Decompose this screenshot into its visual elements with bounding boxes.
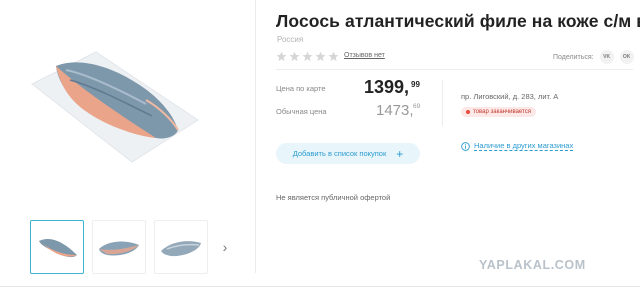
plus-icon: + (396, 146, 404, 161)
add-to-list-label: Добавить в список покупок (292, 149, 387, 158)
product-country: Россия (277, 35, 304, 44)
regular-price-value: 1473, (376, 102, 414, 119)
vk-share-button[interactable]: VK (599, 50, 614, 64)
star-icon[interactable] (289, 51, 300, 62)
column-divider (255, 0, 256, 273)
regular-price-fraction: 69 (413, 103, 421, 110)
offer-disclaimer: Не является публичной офертой (276, 193, 391, 202)
other-stores-link[interactable]: Наличие в других магазинах (461, 141, 574, 151)
thumbnail-strip: › (30, 220, 232, 274)
stock-status-badge: товар заканчивается (461, 107, 536, 117)
watermark: YAPLAKAL.COM (479, 258, 586, 272)
star-icon[interactable] (328, 51, 339, 62)
product-title: Лосось атлантический филе на коже с/м ве… (276, 11, 640, 31)
regular-price-label: Обычная цена (276, 107, 327, 116)
add-to-shopping-list-button[interactable]: Добавить в список покупок + (276, 143, 420, 164)
share-block: Поделиться: VK OK (553, 50, 634, 64)
rating-stars[interactable] (276, 51, 339, 62)
stock-dot-icon (466, 110, 470, 114)
card-price-label: Цена по карте (276, 84, 326, 93)
product-gallery: › (0, 0, 255, 293)
watermark-divider (0, 286, 640, 287)
thumbnail-3[interactable] (154, 220, 208, 274)
store-address: пр. Лиговский, д. 283, лит. А (461, 92, 559, 101)
chevron-right-icon[interactable]: › (218, 237, 232, 257)
card-price-value: 1399, (364, 77, 410, 97)
star-icon[interactable] (276, 51, 287, 62)
header-divider (276, 69, 633, 70)
other-stores-label: Наличие в других магазинах (474, 141, 574, 151)
star-icon[interactable] (302, 51, 313, 62)
star-icon[interactable] (315, 51, 326, 62)
stock-status-text: товар заканчивается (473, 109, 531, 115)
info-icon (461, 141, 470, 151)
share-label: Поделиться: (553, 53, 594, 61)
ok-share-button[interactable]: OK (619, 50, 634, 64)
card-price-fraction: 99 (411, 80, 420, 89)
price-divider (442, 80, 443, 126)
thumbnail-2[interactable] (92, 220, 146, 274)
product-main-image[interactable] (26, 44, 202, 164)
thumbnail-1[interactable] (30, 220, 84, 274)
reviews-link[interactable]: Отзывов нет (344, 52, 385, 59)
